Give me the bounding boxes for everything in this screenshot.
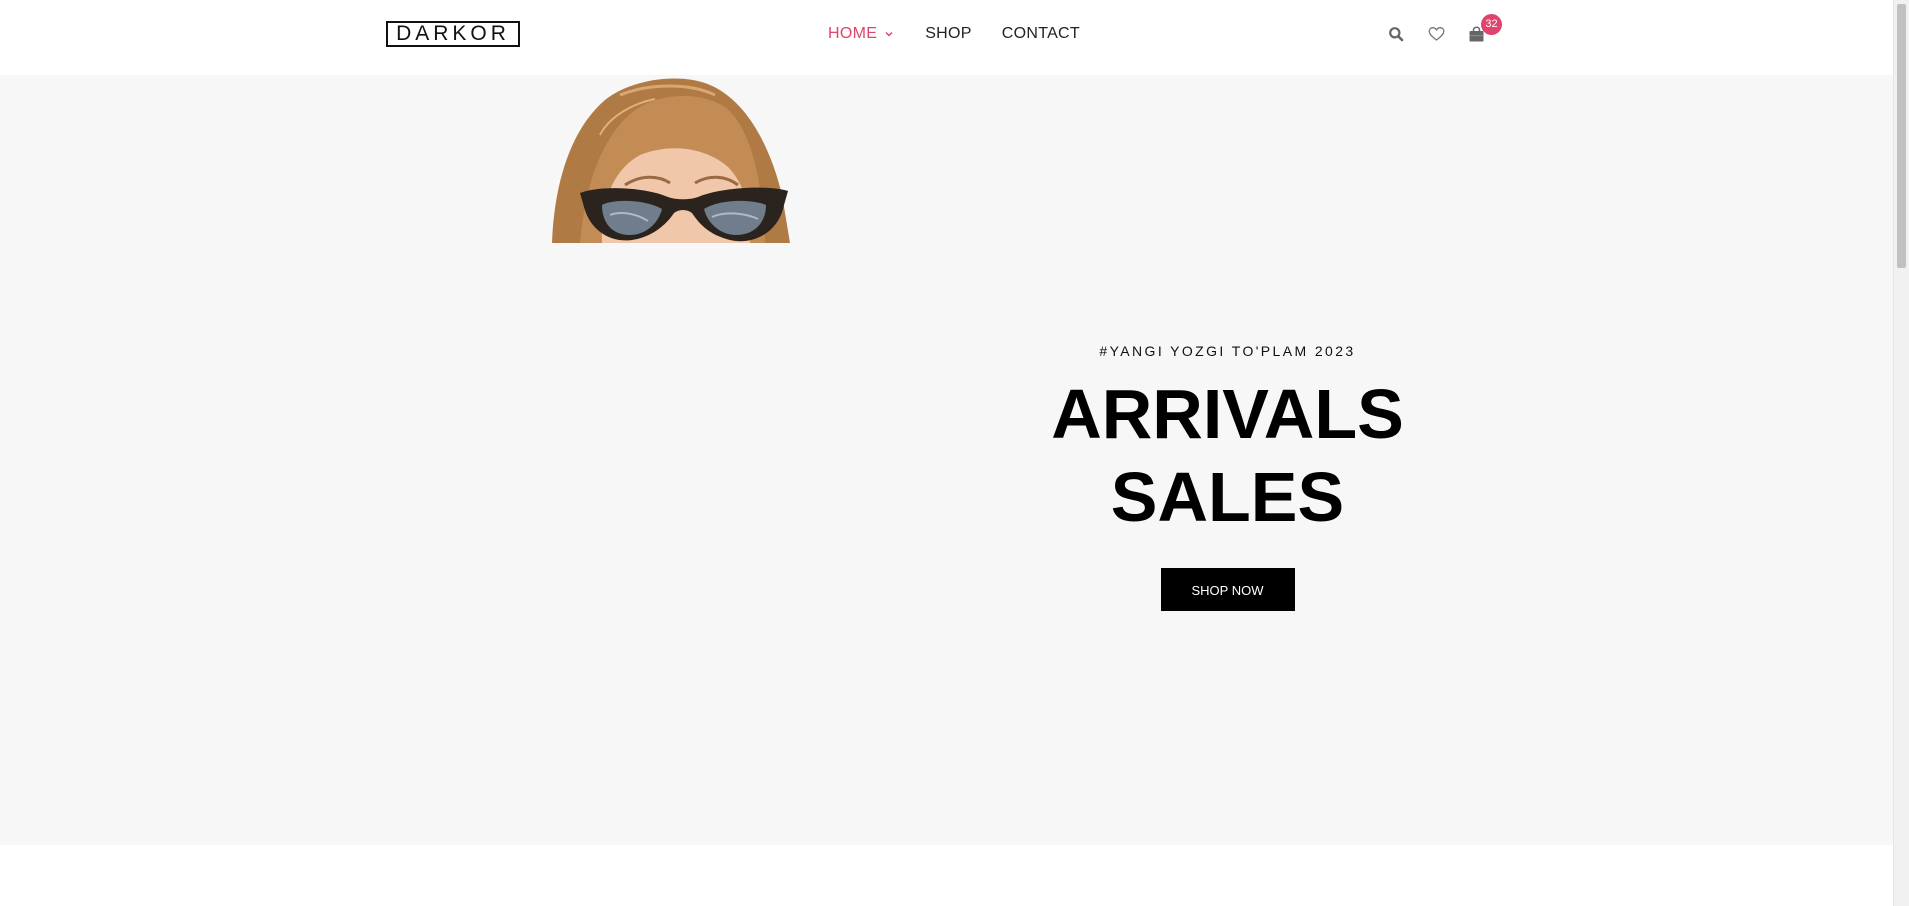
main-nav: HOME SHOP CONTACT (828, 22, 1110, 46)
hero-title-line-1: ARRIVALS (1051, 375, 1404, 453)
hero-banner: #YANGI YOZGI TO'PLAM 2023 ARRIVALS SALES… (0, 75, 1893, 845)
wishlist-button[interactable] (1426, 24, 1446, 44)
hero-model-image (540, 75, 810, 243)
header-icons: 32 (1386, 14, 1506, 46)
hero-title-line-2: SALES (1110, 458, 1345, 536)
hero-title: ARRIVALS SALES (1000, 373, 1455, 539)
search-icon (1389, 27, 1404, 42)
model-with-sunglasses-image (552, 78, 790, 243)
logo[interactable]: DARKOR (386, 21, 520, 47)
hero-content: #YANGI YOZGI TO'PLAM 2023 ARRIVALS SALES… (1000, 343, 1455, 611)
scrollbar-thumb[interactable] (1897, 4, 1906, 268)
page: DARKOR HOME SHOP CONTACT 32 #YANGI YOZGI… (0, 0, 1909, 906)
search-button[interactable] (1386, 24, 1406, 44)
heart-icon (1428, 27, 1444, 41)
nav-shop-label: SHOP (925, 25, 972, 42)
cart-count-badge: 32 (1481, 14, 1502, 35)
hero-tagline: #YANGI YOZGI TO'PLAM 2023 (1099, 343, 1356, 359)
shop-now-button[interactable]: SHOP NOW (1160, 568, 1295, 611)
cart-button[interactable]: 32 (1466, 14, 1502, 44)
nav-contact[interactable]: CONTACT (1002, 25, 1080, 43)
nav-contact-label: CONTACT (1001, 25, 1080, 42)
chevron-down-icon (885, 32, 893, 37)
nav-shop[interactable]: SHOP (925, 25, 972, 43)
nav-home[interactable]: HOME (828, 25, 895, 43)
nav-home-label: HOME (828, 25, 878, 42)
site-header: DARKOR HOME SHOP CONTACT 32 (0, 0, 1893, 75)
vertical-scrollbar[interactable] (1893, 0, 1909, 906)
